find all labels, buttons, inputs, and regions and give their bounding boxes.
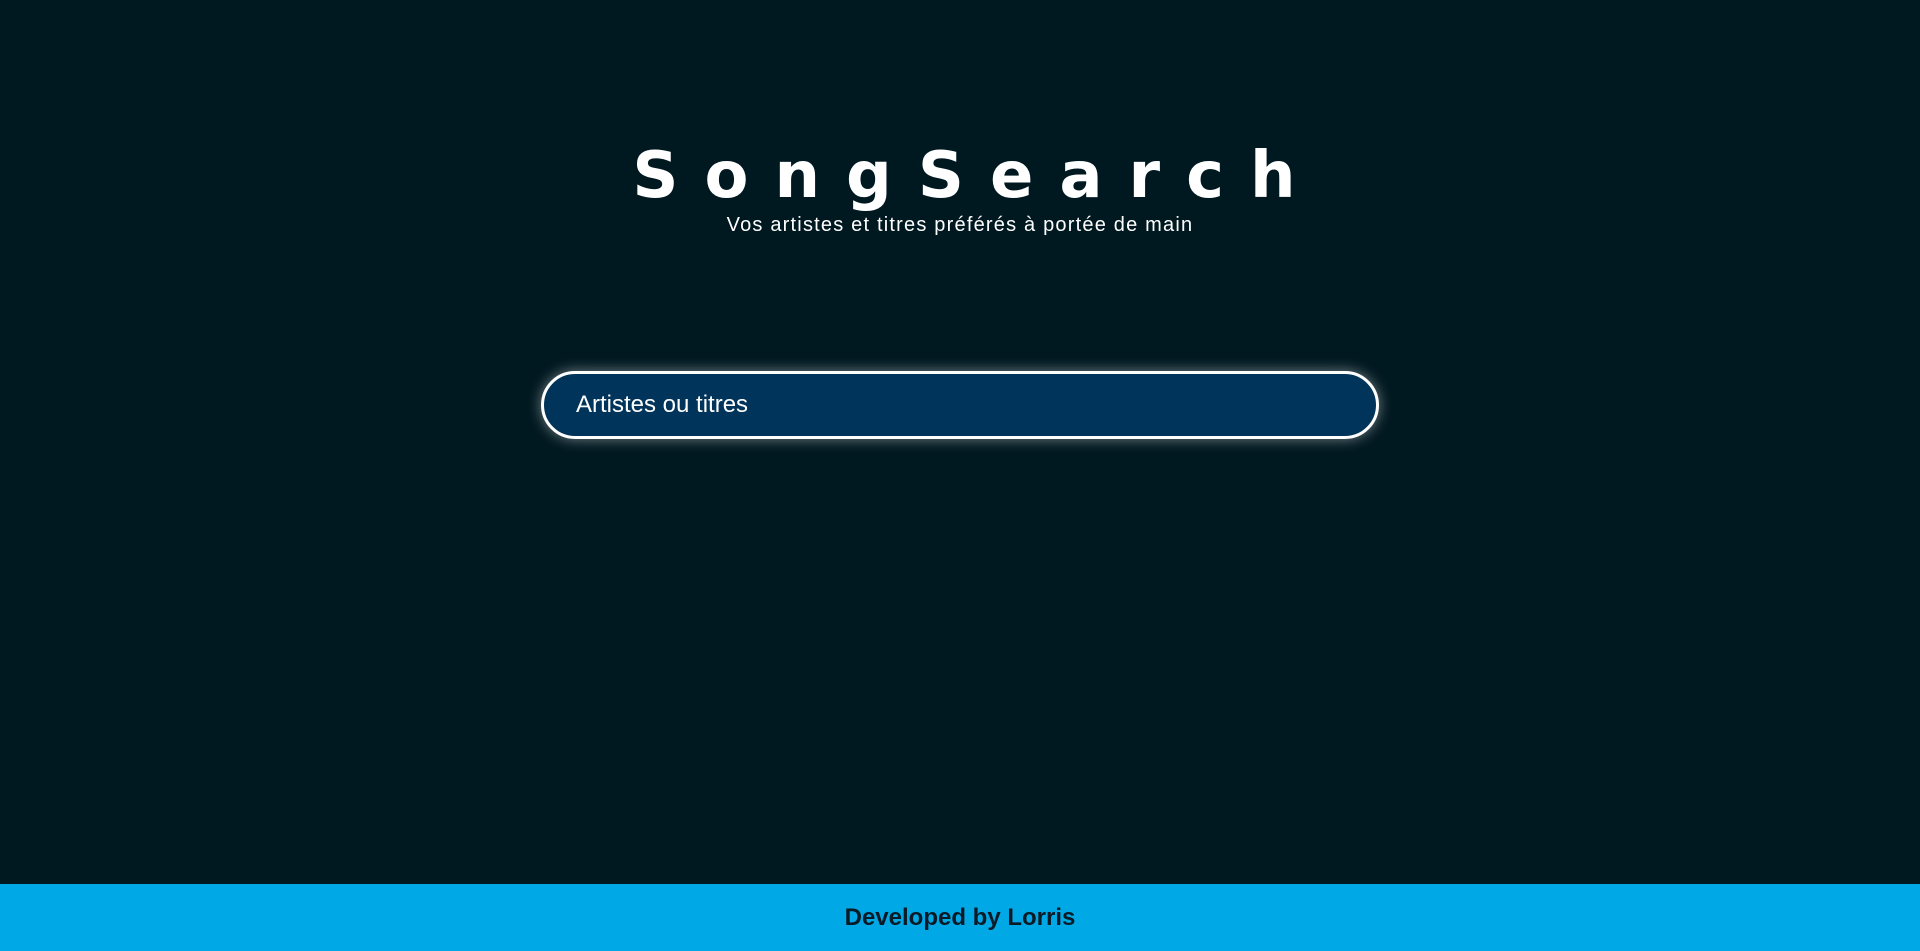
header: SongSearch Vos artistes et titres préfér… [0,140,1920,237]
search-container [541,371,1379,439]
footer-credit: Developed by Lorris [844,903,1076,931]
page: SongSearch Vos artistes et titres préfér… [0,0,1920,951]
app-tagline: Vos artistes et titres préférés à portée… [726,214,1194,236]
app-title: SongSearch [632,139,1322,213]
search-input[interactable] [541,371,1379,439]
footer: Developed by Lorris [0,884,1920,951]
